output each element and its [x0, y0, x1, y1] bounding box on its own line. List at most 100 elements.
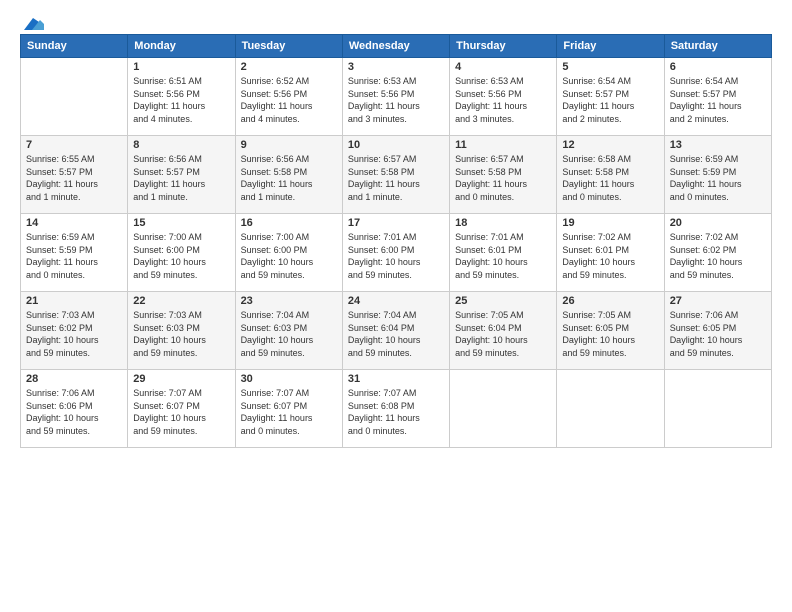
day-info: Sunrise: 6:58 AM Sunset: 5:58 PM Dayligh…: [562, 153, 658, 203]
weekday-header: Wednesday: [342, 35, 449, 58]
day-info: Sunrise: 6:52 AM Sunset: 5:56 PM Dayligh…: [241, 75, 337, 125]
day-number: 10: [348, 139, 444, 151]
calendar-cell: 7 Sunrise: 6:55 AM Sunset: 5:57 PM Daylig…: [21, 136, 128, 214]
weekday-header: Thursday: [450, 35, 557, 58]
day-number: 9: [241, 139, 337, 151]
day-info: Sunrise: 7:06 AM Sunset: 6:05 PM Dayligh…: [670, 309, 766, 359]
header: [20, 16, 772, 28]
calendar-cell: 2 Sunrise: 6:52 AM Sunset: 5:56 PM Daylig…: [235, 58, 342, 136]
calendar-cell: [450, 370, 557, 448]
calendar-cell: 9 Sunrise: 6:56 AM Sunset: 5:58 PM Daylig…: [235, 136, 342, 214]
day-info: Sunrise: 7:05 AM Sunset: 6:05 PM Dayligh…: [562, 309, 658, 359]
day-number: 2: [241, 61, 337, 73]
weekday-header: Friday: [557, 35, 664, 58]
day-info: Sunrise: 7:07 AM Sunset: 6:07 PM Dayligh…: [133, 387, 229, 437]
day-info: Sunrise: 6:57 AM Sunset: 5:58 PM Dayligh…: [455, 153, 551, 203]
day-number: 24: [348, 295, 444, 307]
day-number: 18: [455, 217, 551, 229]
day-info: Sunrise: 6:57 AM Sunset: 5:58 PM Dayligh…: [348, 153, 444, 203]
day-info: Sunrise: 7:02 AM Sunset: 6:02 PM Dayligh…: [670, 231, 766, 281]
calendar-cell: 30 Sunrise: 7:07 AM Sunset: 6:07 PM Dayli…: [235, 370, 342, 448]
day-number: 21: [26, 295, 122, 307]
day-info: Sunrise: 7:02 AM Sunset: 6:01 PM Dayligh…: [562, 231, 658, 281]
calendar-cell: 14Sunrise: 6:59 AM Sunset: 5:59 PM Dayli…: [21, 214, 128, 292]
calendar-cell: 11 Sunrise: 6:57 AM Sunset: 5:58 PM Dayli…: [450, 136, 557, 214]
logo: [20, 16, 44, 28]
calendar-cell: [664, 370, 771, 448]
day-info: Sunrise: 7:04 AM Sunset: 6:03 PM Dayligh…: [241, 309, 337, 359]
day-number: 30: [241, 373, 337, 385]
day-number: 23: [241, 295, 337, 307]
page: SundayMondayTuesdayWednesdayThursdayFrid…: [0, 0, 792, 612]
day-info: Sunrise: 7:00 AM Sunset: 6:00 PM Dayligh…: [133, 231, 229, 281]
day-info: Sunrise: 6:54 AM Sunset: 5:57 PM Dayligh…: [562, 75, 658, 125]
day-number: 15: [133, 217, 229, 229]
day-info: Sunrise: 7:00 AM Sunset: 6:00 PM Dayligh…: [241, 231, 337, 281]
day-number: 19: [562, 217, 658, 229]
calendar-cell: 25 Sunrise: 7:05 AM Sunset: 6:04 PM Dayli…: [450, 292, 557, 370]
day-info: Sunrise: 6:56 AM Sunset: 5:58 PM Dayligh…: [241, 153, 337, 203]
day-info: Sunrise: 7:07 AM Sunset: 6:07 PM Dayligh…: [241, 387, 337, 437]
calendar-cell: 17Sunrise: 7:01 AM Sunset: 6:00 PM Dayli…: [342, 214, 449, 292]
calendar-cell: 29 Sunrise: 7:07 AM Sunset: 6:07 PM Dayli…: [128, 370, 235, 448]
calendar-cell: [21, 58, 128, 136]
day-number: 12: [562, 139, 658, 151]
day-number: 4: [455, 61, 551, 73]
day-number: 1: [133, 61, 229, 73]
day-number: 17: [348, 217, 444, 229]
calendar-cell: 6 Sunrise: 6:54 AM Sunset: 5:57 PM Daylig…: [664, 58, 771, 136]
day-number: 6: [670, 61, 766, 73]
day-info: Sunrise: 6:51 AM Sunset: 5:56 PM Dayligh…: [133, 75, 229, 125]
day-info: Sunrise: 7:01 AM Sunset: 6:01 PM Dayligh…: [455, 231, 551, 281]
calendar-cell: 20 Sunrise: 7:02 AM Sunset: 6:02 PM Dayli…: [664, 214, 771, 292]
calendar-cell: 24 Sunrise: 7:04 AM Sunset: 6:04 PM Dayli…: [342, 292, 449, 370]
calendar-cell: 16Sunrise: 7:00 AM Sunset: 6:00 PM Dayli…: [235, 214, 342, 292]
day-info: Sunrise: 6:53 AM Sunset: 5:56 PM Dayligh…: [348, 75, 444, 125]
day-number: 27: [670, 295, 766, 307]
calendar-cell: 18 Sunrise: 7:01 AM Sunset: 6:01 PM Dayli…: [450, 214, 557, 292]
logo-icon: [22, 16, 44, 32]
day-info: Sunrise: 6:54 AM Sunset: 5:57 PM Dayligh…: [670, 75, 766, 125]
day-number: 25: [455, 295, 551, 307]
day-info: Sunrise: 6:55 AM Sunset: 5:57 PM Dayligh…: [26, 153, 122, 203]
day-info: Sunrise: 7:04 AM Sunset: 6:04 PM Dayligh…: [348, 309, 444, 359]
day-number: 13: [670, 139, 766, 151]
day-info: Sunrise: 7:03 AM Sunset: 6:03 PM Dayligh…: [133, 309, 229, 359]
weekday-header: Sunday: [21, 35, 128, 58]
day-info: Sunrise: 6:53 AM Sunset: 5:56 PM Dayligh…: [455, 75, 551, 125]
day-info: Sunrise: 7:07 AM Sunset: 6:08 PM Dayligh…: [348, 387, 444, 437]
calendar-cell: 22 Sunrise: 7:03 AM Sunset: 6:03 PM Dayli…: [128, 292, 235, 370]
day-number: 26: [562, 295, 658, 307]
calendar-cell: 5 Sunrise: 6:54 AM Sunset: 5:57 PM Daylig…: [557, 58, 664, 136]
calendar-cell: 10 Sunrise: 6:57 AM Sunset: 5:58 PM Dayli…: [342, 136, 449, 214]
calendar-cell: 19 Sunrise: 7:02 AM Sunset: 6:01 PM Dayli…: [557, 214, 664, 292]
day-number: 5: [562, 61, 658, 73]
weekday-header: Saturday: [664, 35, 771, 58]
calendar-cell: 4 Sunrise: 6:53 AM Sunset: 5:56 PM Daylig…: [450, 58, 557, 136]
calendar-cell: 28Sunrise: 7:06 AM Sunset: 6:06 PM Dayli…: [21, 370, 128, 448]
calendar-cell: 15 Sunrise: 7:00 AM Sunset: 6:00 PM Dayli…: [128, 214, 235, 292]
day-info: Sunrise: 6:59 AM Sunset: 5:59 PM Dayligh…: [26, 231, 122, 281]
day-number: 7: [26, 139, 122, 151]
day-info: Sunrise: 7:06 AM Sunset: 6:06 PM Dayligh…: [26, 387, 122, 437]
calendar-cell: 13 Sunrise: 6:59 AM Sunset: 5:59 PM Dayli…: [664, 136, 771, 214]
calendar-cell: 27 Sunrise: 7:06 AM Sunset: 6:05 PM Dayli…: [664, 292, 771, 370]
day-info: Sunrise: 7:05 AM Sunset: 6:04 PM Dayligh…: [455, 309, 551, 359]
day-number: 8: [133, 139, 229, 151]
day-info: Sunrise: 6:56 AM Sunset: 5:57 PM Dayligh…: [133, 153, 229, 203]
day-number: 31: [348, 373, 444, 385]
day-number: 11: [455, 139, 551, 151]
weekday-header: Tuesday: [235, 35, 342, 58]
day-number: 22: [133, 295, 229, 307]
calendar-cell: 1 Sunrise: 6:51 AM Sunset: 5:56 PM Daylig…: [128, 58, 235, 136]
day-number: 20: [670, 217, 766, 229]
calendar-cell: 31 Sunrise: 7:07 AM Sunset: 6:08 PM Dayli…: [342, 370, 449, 448]
calendar-cell: 8 Sunrise: 6:56 AM Sunset: 5:57 PM Daylig…: [128, 136, 235, 214]
day-number: 3: [348, 61, 444, 73]
calendar-cell: 21Sunrise: 7:03 AM Sunset: 6:02 PM Dayli…: [21, 292, 128, 370]
day-number: 29: [133, 373, 229, 385]
calendar-cell: [557, 370, 664, 448]
calendar-cell: 26 Sunrise: 7:05 AM Sunset: 6:05 PM Dayli…: [557, 292, 664, 370]
calendar-cell: 3 Sunrise: 6:53 AM Sunset: 5:56 PM Daylig…: [342, 58, 449, 136]
day-info: Sunrise: 6:59 AM Sunset: 5:59 PM Dayligh…: [670, 153, 766, 203]
